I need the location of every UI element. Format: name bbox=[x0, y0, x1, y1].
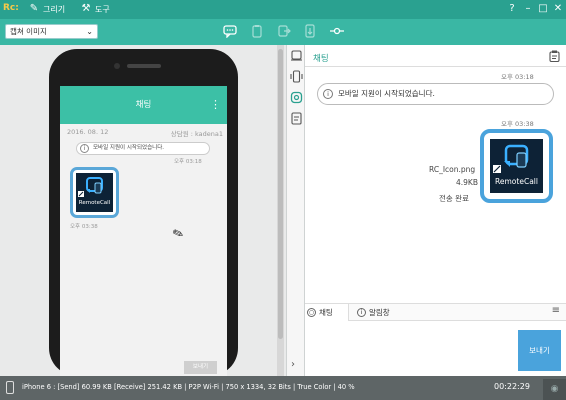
maximize-button[interactable]: □ bbox=[536, 2, 550, 16]
device-send-button[interactable]: 보내기 bbox=[184, 361, 217, 374]
device-agent: 상담원 : kadena1 bbox=[170, 130, 223, 138]
send-button[interactable]: 보내기 bbox=[518, 330, 561, 371]
phone-frame: 채팅 ⋮ 2016. 08. 12 상담원 : kadena1 i 모바일 지원… bbox=[49, 49, 238, 376]
file-image-message[interactable]: RemoteCall bbox=[480, 129, 553, 203]
notes-icon[interactable] bbox=[290, 112, 303, 125]
close-button[interactable]: ✕ bbox=[551, 2, 565, 16]
device-info-icon[interactable] bbox=[290, 70, 303, 83]
chat-panel-icon[interactable] bbox=[290, 91, 303, 104]
kebab-menu-icon[interactable]: ⋮ bbox=[210, 86, 221, 124]
info-icon: i bbox=[80, 144, 89, 153]
chevron-right-icon[interactable]: › bbox=[291, 359, 295, 370]
tab-notifications[interactable]: i 알림창 bbox=[355, 304, 405, 321]
device-time: 오후 03:18 bbox=[174, 159, 202, 165]
device-time: 오후 03:38 bbox=[70, 224, 98, 230]
system-message-text: 모바일 지원이 시작되었습니다. bbox=[338, 89, 435, 98]
device-system-text: 모바일 지원이 시작되었습니다. bbox=[93, 145, 165, 151]
session-timer: 00:22:29 bbox=[494, 382, 530, 391]
tools-icon: ⚒ bbox=[81, 3, 91, 14]
menu-draw-label: 그리기 bbox=[43, 4, 66, 14]
title-bar: Rc: ✎ 그리기 ⚒ 도구 ? – □ ✕ bbox=[0, 0, 566, 19]
menu-tools[interactable]: ⚒ 도구 bbox=[80, 3, 110, 15]
file-status: 전송 완료 bbox=[439, 194, 469, 203]
side-icon-strip: › bbox=[286, 45, 305, 376]
chat-tabs: ○ 채팅 i 알림창 ≡ bbox=[305, 303, 566, 321]
message-time: 오후 03:18 bbox=[501, 73, 534, 81]
toolbar: 캡쳐 이미지 ⌄ bbox=[0, 19, 566, 45]
hamburger-menu-icon[interactable]: ≡ bbox=[552, 305, 560, 316]
device-screen[interactable]: 채팅 ⋮ 2016. 08. 12 상담원 : kadena1 i 모바일 지원… bbox=[60, 86, 227, 376]
file-name: RC_Icon.png bbox=[429, 165, 476, 174]
info-tab-icon: i bbox=[357, 308, 366, 317]
app-logo: Rc: bbox=[3, 3, 19, 13]
phone-speaker bbox=[127, 64, 161, 68]
device-system-message: i 모바일 지원이 시작되었습니다. bbox=[76, 142, 210, 155]
capture-select-value: 캡쳐 이미지 bbox=[10, 27, 47, 36]
menu-draw[interactable]: ✎ 그리기 bbox=[28, 3, 65, 15]
phone-icon bbox=[6, 381, 14, 394]
device-date: 2016. 08. 12 bbox=[67, 128, 109, 136]
device-image-caption: RemoteCall bbox=[78, 200, 111, 206]
tab-chat-label: 채팅 bbox=[319, 308, 333, 317]
chat-panel: 채팅 오후 03:18 i 모바일 지원이 시작되었습니다. 오후 03:38 … bbox=[305, 45, 566, 376]
message-time: 오후 03:38 bbox=[501, 120, 534, 128]
device-chat-title: 채팅 bbox=[135, 100, 152, 110]
tab-chat[interactable]: ○ 채팅 bbox=[305, 304, 349, 321]
camera-icon[interactable]: ◉ bbox=[543, 379, 566, 400]
export-icon[interactable] bbox=[276, 24, 292, 40]
pencil-icon: ✎ bbox=[29, 3, 39, 14]
remotecall-app-icon: RemoteCall bbox=[76, 173, 113, 212]
chat-tab-icon: ○ bbox=[307, 308, 316, 317]
vertical-scrollbar[interactable] bbox=[277, 45, 284, 376]
minimize-button[interactable]: – bbox=[521, 2, 535, 16]
status-bar: iPhone 6 : [Send] 60.99 KB [Receive] 251… bbox=[0, 376, 566, 400]
file-transfer-icon[interactable] bbox=[302, 24, 318, 40]
file-size: 4.9KB bbox=[456, 178, 478, 187]
device-chat-header: 채팅 ⋮ bbox=[60, 86, 227, 124]
capture-select[interactable]: 캡쳐 이미지 ⌄ bbox=[5, 24, 98, 39]
connection-info: iPhone 6 : [Send] 60.99 KB [Receive] 251… bbox=[22, 383, 355, 391]
clipboard-icon[interactable] bbox=[249, 24, 265, 40]
tab-notifications-label: 알림창 bbox=[369, 308, 390, 317]
help-button[interactable]: ? bbox=[505, 2, 519, 16]
scrollbar-thumb[interactable] bbox=[278, 49, 283, 339]
keyboard-icon[interactable] bbox=[290, 49, 303, 62]
message-compose[interactable]: 보내기 bbox=[305, 321, 566, 376]
chat-panel-title: 채팅 bbox=[313, 54, 329, 64]
chevron-down-icon: ⌄ bbox=[86, 27, 93, 36]
chat-bubble-icon[interactable] bbox=[222, 24, 238, 40]
system-message: i 모바일 지원이 시작되었습니다. bbox=[317, 83, 554, 105]
divider bbox=[305, 66, 566, 67]
connection-icon[interactable] bbox=[329, 24, 345, 40]
device-view: 채팅 ⋮ 2016. 08. 12 상담원 : kadena1 i 모바일 지원… bbox=[0, 45, 286, 400]
device-image-message[interactable]: RemoteCall bbox=[70, 167, 119, 218]
file-image-caption: RemoteCall bbox=[495, 177, 538, 186]
remotecall-app-icon: RemoteCall bbox=[490, 139, 543, 193]
info-icon: i bbox=[323, 89, 333, 99]
phone-camera bbox=[114, 63, 120, 69]
menu-tools-label: 도구 bbox=[95, 4, 110, 14]
chat-log-icon[interactable] bbox=[549, 50, 560, 65]
